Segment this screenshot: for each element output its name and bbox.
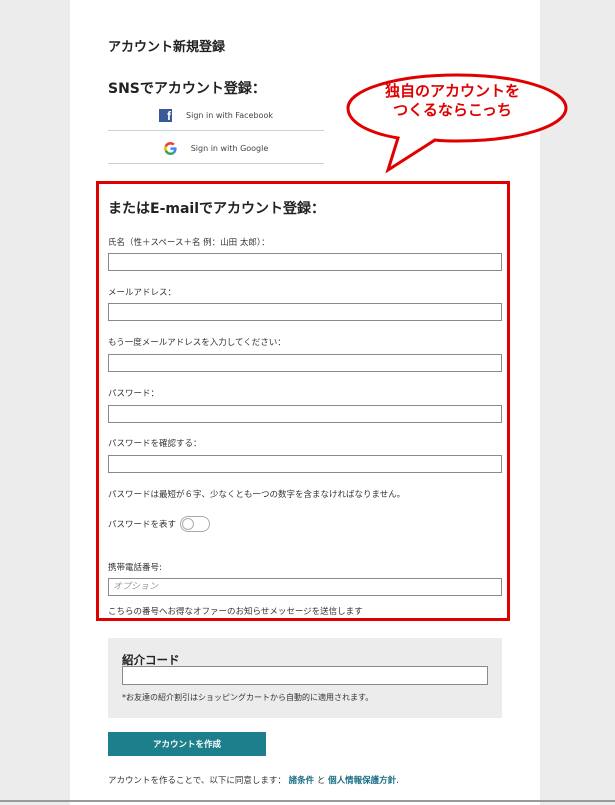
show-password-label: パスワードを表す [108, 520, 177, 530]
google-signin-button[interactable]: Sign in with Google [108, 133, 324, 164]
name-input[interactable] [108, 253, 502, 271]
callout-line-2: つくるならこっち [393, 101, 512, 119]
facebook-signin-button[interactable]: f Sign in with Facebook [108, 100, 324, 131]
facebook-signin-label: Sign in with Facebook [186, 110, 273, 120]
password-confirm-label: パスワードを確認する： [108, 439, 202, 449]
page-title: アカウント新規登録 [108, 40, 226, 55]
password-label: パスワード： [108, 389, 160, 399]
phone-note: こちらの番号へお得なオファーのお知らせメッセージを送信します [108, 607, 363, 617]
show-password-toggle[interactable] [180, 516, 211, 532]
email-section-title: またはE-mailでアカウント登録： [108, 201, 326, 217]
show-password-row: パスワードを表す [108, 516, 211, 532]
name-label: 氏名（性＋スペース＋名 例：山田 太郎）： [108, 238, 270, 248]
terms-link[interactable]: 諸条件 [289, 776, 315, 786]
bottom-divider [0, 800, 615, 802]
callout-line-1: 独自のアカウントを [384, 82, 520, 100]
sns-section-title: SNSでアカウント登録： [108, 81, 266, 97]
email-confirm-label: もう一度メールアドレスを入力してください： [108, 338, 286, 348]
agreement-prefix: アカウントを作ることで、以下に同意します： [108, 776, 286, 786]
password-confirm-input[interactable] [108, 455, 502, 473]
password-rule-text: パスワードは最短が６字、少なくとも一つの数字を含まなければなりません。 [108, 490, 406, 500]
phone-input[interactable] [108, 578, 502, 596]
email-label: メールアドレス： [108, 288, 177, 298]
agreement-text: アカウントを作ることで、以下に同意します： 諸条件 と 個人情報保護方針. [108, 774, 399, 786]
password-input[interactable] [108, 405, 502, 423]
email-confirm-input[interactable] [108, 354, 502, 372]
agreement-and: と [316, 776, 326, 786]
create-account-button[interactable]: アカウントを作成 [108, 732, 266, 756]
google-icon [163, 141, 177, 155]
toggle-knob [182, 518, 195, 530]
phone-label: 携帯電話番号: [108, 563, 162, 573]
email-input[interactable] [108, 303, 502, 321]
referral-note: *お友達の紹介割引はショッピングカートから自動的に適用されます。 [122, 693, 374, 702]
google-signin-label: Sign in with Google [190, 143, 269, 153]
agreement-period: . [396, 776, 399, 786]
callout-text: 独自のアカウントを つくるならこっち [340, 82, 565, 120]
facebook-icon: f [159, 108, 173, 122]
privacy-policy-link[interactable]: 個人情報保護方針 [328, 776, 396, 786]
referral-code-input[interactable] [122, 666, 488, 685]
